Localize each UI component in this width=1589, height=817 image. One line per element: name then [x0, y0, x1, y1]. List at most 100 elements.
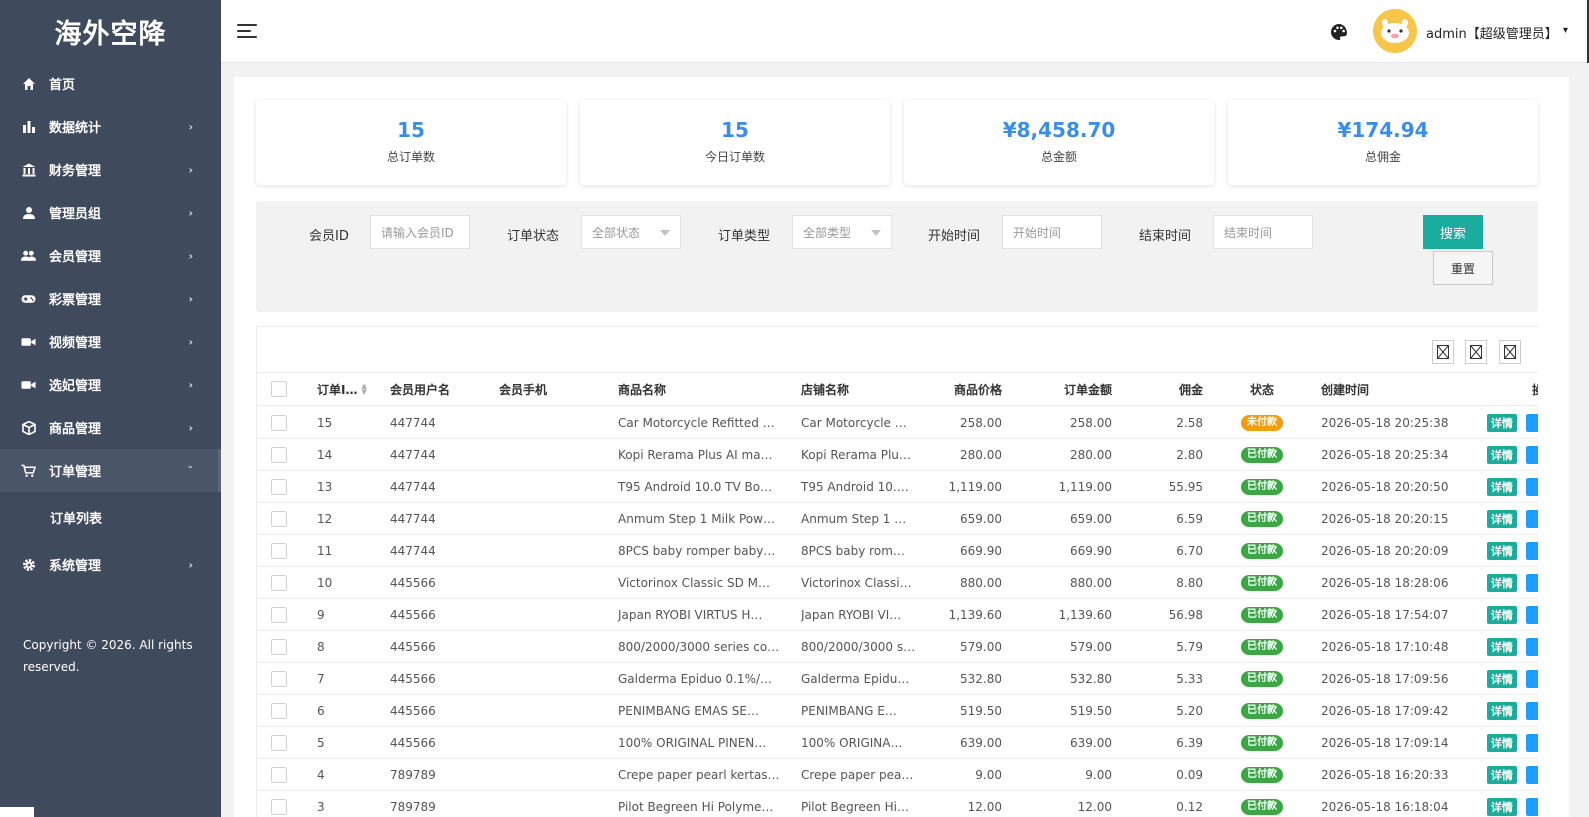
sidebar-item[interactable]: 商品管理 ›	[0, 406, 221, 449]
detail-button[interactable]: 详情	[1487, 637, 1517, 656]
detail-button[interactable]: 详情	[1487, 605, 1517, 624]
print-icon[interactable]	[1499, 340, 1521, 364]
edit-button[interactable]	[1526, 477, 1538, 496]
row-select-cell	[271, 567, 291, 598]
edit-button[interactable]	[1526, 733, 1538, 752]
detail-button[interactable]: 详情	[1487, 669, 1517, 688]
edit-button[interactable]	[1526, 445, 1538, 464]
col-op: 操	[1532, 373, 1538, 405]
sidebar-item[interactable]: 视频管理 ›	[0, 320, 221, 363]
row-select-cell	[271, 759, 291, 790]
sort-icon[interactable]: ▲ ▼	[361, 383, 366, 396]
cell-id: 8	[317, 639, 325, 654]
user-icon	[21, 205, 36, 220]
cell-amount: 639.00	[1070, 735, 1112, 750]
row-checkbox[interactable]	[271, 446, 287, 463]
row-checkbox[interactable]	[271, 702, 287, 719]
sidebar-item[interactable]: 彩票管理 ›	[0, 277, 221, 320]
row-checkbox[interactable]	[271, 414, 287, 431]
edit-button[interactable]	[1526, 509, 1538, 528]
status-badge: 已付款	[1241, 670, 1283, 687]
detail-button[interactable]: 详情	[1487, 797, 1517, 816]
bank-icon	[21, 162, 36, 177]
col-id[interactable]: 订单I… ▲ ▼	[317, 373, 377, 405]
sidebar-item[interactable]: 首页	[0, 62, 221, 105]
detail-button[interactable]: 详情	[1487, 733, 1517, 752]
cell-product: Car Motorcycle Refitted …	[618, 415, 775, 430]
menu-toggle-icon[interactable]	[237, 22, 257, 40]
edit-button[interactable]	[1526, 637, 1538, 656]
sidebar-item[interactable]: 管理员组 ›	[0, 191, 221, 234]
columns-icon[interactable]	[1432, 340, 1454, 364]
search-button[interactable]: 搜索	[1423, 215, 1483, 249]
cell-status: 已付款	[1227, 759, 1297, 790]
edit-button[interactable]	[1526, 765, 1538, 784]
row-checkbox[interactable]	[271, 798, 287, 815]
order-status-select[interactable]: 全部状态	[581, 215, 681, 249]
edit-button[interactable]	[1526, 605, 1538, 624]
edit-button[interactable]	[1526, 573, 1538, 592]
row-select-cell	[271, 599, 291, 630]
sidebar-item[interactable]: 财务管理 ›	[0, 148, 221, 191]
sidebar-item[interactable]: 会员管理 ›	[0, 234, 221, 277]
cell-status: 已付款	[1227, 535, 1297, 566]
sidebar-item[interactable]: 系统管理 ›	[0, 543, 221, 586]
sidebar-item[interactable]: 订单管理 ˇ	[0, 449, 221, 492]
cell-actions: 详情	[1487, 471, 1538, 502]
cell-commission: 56.98	[1168, 607, 1203, 622]
brand-title: 海外空降	[54, 18, 167, 50]
edit-button[interactable]	[1526, 669, 1538, 688]
detail-button[interactable]: 详情	[1487, 701, 1517, 720]
status-badge: 已付款	[1241, 766, 1283, 783]
row-select-cell	[271, 503, 291, 534]
stat-value: ¥8,458.70	[1002, 118, 1116, 142]
avatar[interactable]	[1373, 9, 1417, 53]
detail-button[interactable]: 详情	[1487, 477, 1517, 496]
table-row: 10 445566 Victorinox Classic SD M… Victorin…	[257, 567, 1538, 599]
row-checkbox[interactable]	[271, 734, 287, 751]
cell-shop: Galderma Epidu…	[801, 671, 910, 686]
row-checkbox[interactable]	[271, 574, 287, 591]
chevron-icon: ›	[188, 335, 193, 348]
export-icon[interactable]	[1465, 340, 1487, 364]
edit-button[interactable]	[1526, 541, 1538, 560]
sidebar-item[interactable]: 选妃管理 ›	[0, 363, 221, 406]
cell-shop: 8PCS baby rom…	[801, 543, 905, 558]
cell-created: 2026-05-18 17:54:07	[1321, 607, 1449, 622]
palette-icon[interactable]	[1329, 22, 1349, 42]
row-checkbox[interactable]	[271, 766, 287, 783]
user-name[interactable]: admin【超级管理员】	[1426, 23, 1558, 42]
row-checkbox[interactable]	[271, 478, 287, 495]
row-checkbox[interactable]	[271, 510, 287, 527]
order-type-select[interactable]: 全部类型	[792, 215, 892, 249]
status-badge: 已付款	[1241, 574, 1283, 591]
row-checkbox[interactable]	[271, 638, 287, 655]
row-checkbox[interactable]	[271, 542, 287, 559]
row-checkbox[interactable]	[271, 606, 287, 623]
end-time-label: 结束时间	[1139, 229, 1192, 244]
edit-button[interactable]	[1526, 797, 1538, 816]
cell-created: 2026-05-18 17:10:48	[1321, 639, 1449, 654]
select-all-checkbox[interactable]	[271, 381, 287, 397]
detail-button[interactable]: 详情	[1487, 765, 1517, 784]
cell-product: 100% ORIGINAL PINEN…	[618, 735, 767, 750]
edit-button[interactable]	[1526, 413, 1538, 432]
table-row: 7 445566 Galderma Epiduo 0.1%/… Galderma Ep…	[257, 663, 1538, 695]
detail-button[interactable]: 详情	[1487, 573, 1517, 592]
detail-button[interactable]: 详情	[1487, 413, 1517, 432]
start-time-input[interactable]: 开始时间	[1002, 215, 1102, 249]
end-time-input[interactable]: 结束时间	[1213, 215, 1313, 249]
user-caret-icon[interactable]: ▾	[1563, 25, 1568, 36]
detail-button[interactable]: 详情	[1487, 445, 1517, 464]
reset-button[interactable]: 重置	[1433, 251, 1493, 285]
sidebar-item-label: 管理员组	[49, 207, 102, 222]
edit-button[interactable]	[1526, 701, 1538, 720]
cell-amount: 880.00	[1070, 575, 1112, 590]
member-id-input[interactable]: 请输入会员ID	[370, 215, 470, 249]
detail-button[interactable]: 详情	[1487, 541, 1517, 560]
detail-button[interactable]: 详情	[1487, 509, 1517, 528]
sidebar-item[interactable]: 数据统计 ›	[0, 105, 221, 148]
row-checkbox[interactable]	[271, 670, 287, 687]
cell-actions: 详情	[1487, 503, 1538, 534]
sidebar-subitem-order-list[interactable]: 订单列表	[0, 492, 221, 543]
